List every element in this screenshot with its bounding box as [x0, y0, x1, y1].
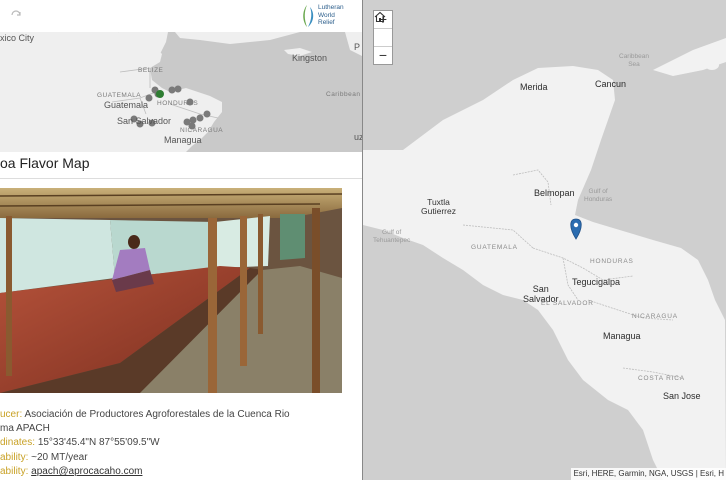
inset-map-land: [0, 32, 362, 152]
panel-header: Lutheran World Relief: [0, 0, 362, 32]
map-label-san-jose: San Jose: [663, 391, 701, 401]
inset-label-kingston: Kingston: [292, 53, 328, 63]
inset-label-belize: BELIZE: [138, 67, 164, 74]
inset-label-honduras: HONDURAS: [157, 100, 199, 107]
logo-line: Lutheran: [318, 4, 344, 11]
contact-label: ability:: [0, 466, 29, 477]
logo-line: Relief: [318, 19, 335, 26]
cocoa-drying-photo: [0, 188, 342, 393]
map-label-caribbean-sea: Caribbean Sea: [619, 53, 649, 68]
main-map[interactable]: + − Merida Cancun Caribbean Sea Belmopan…: [363, 0, 726, 480]
story-panel: Lutheran World Relief xico City BELIZE G…: [0, 0, 362, 480]
coordinates-line: dinates: 15°33'45.4"N 87°55'09.5"W: [0, 437, 160, 448]
inset-label-managua: Managua: [164, 135, 202, 145]
producer-value: Asociación de Productores Agroforestales…: [24, 409, 290, 420]
map-label-managua: Managua: [603, 331, 641, 341]
contact-line: ability: apach@aprocacaho.com: [0, 466, 142, 477]
map-label-el-salvador: EL SALVADOR: [541, 300, 594, 307]
contact-email-link[interactable]: apach@aprocacaho.com: [31, 466, 142, 477]
zoom-control: + −: [373, 10, 393, 65]
map-attribution[interactable]: Esri, HERE, Garmin, NGA, USGS | Esri, H: [571, 468, 726, 480]
map-label-tuxtla: Tuxtla Gutierrez: [421, 197, 456, 216]
logo-line: World: [318, 11, 335, 19]
logo-icon: [303, 5, 314, 27]
availability-line: ability: ~20 MT/year: [0, 452, 88, 463]
producer-value-2: ma APACH: [0, 423, 50, 434]
inset-label-san-salvador: San Salvador: [117, 116, 172, 126]
producer-line: ucer: Asociación de Productores Agrofore…: [0, 409, 290, 420]
inset-overview-map[interactable]: xico City BELIZE GUATEMALA Guatemala HON…: [0, 32, 362, 152]
map-label-belmopan: Belmopan: [534, 188, 575, 198]
home-button[interactable]: [374, 11, 392, 46]
logo-text: Lutheran World Relief: [318, 4, 344, 27]
inset-label-p: P: [354, 42, 361, 52]
map-label-tegucigalpa: Tegucigalpa: [572, 277, 621, 287]
coordinates-value: 15°33'45.4"N 87°55'09.5"W: [37, 437, 160, 448]
main-map-geography: [363, 38, 726, 480]
map-label-gulf-honduras: Gulf of Honduras: [584, 188, 613, 203]
coordinates-label: dinates:: [0, 437, 36, 448]
share-icon[interactable]: [10, 9, 22, 21]
availability-label: ability:: [0, 452, 29, 463]
map-label-costa-rica: COSTA RICA: [638, 375, 685, 382]
panel-title: oa Flavor Map: [0, 155, 90, 171]
map-label-honduras: HONDURAS: [590, 258, 634, 265]
inset-label-caribbean: Caribbean: [326, 91, 361, 98]
map-label-guatemala: GUATEMALA: [471, 244, 518, 251]
map-label-nicaragua: NICARAGUA: [632, 313, 678, 320]
inset-label-nicaragua: NICARAGUA: [180, 127, 224, 134]
home-icon: [374, 11, 386, 23]
inset-label-guatemala-city: Guatemala: [104, 100, 149, 110]
map-label-merida: Merida: [520, 82, 548, 92]
inset-label-uz: uz: [354, 132, 362, 142]
zoom-out-button[interactable]: −: [374, 46, 392, 64]
title-divider: [0, 178, 362, 179]
producer-label: ucer:: [0, 409, 23, 420]
map-label-cancun: Cancun: [595, 79, 627, 89]
producer-line-2: ma APACH: [0, 423, 50, 434]
inset-label-mexico-city: xico City: [0, 33, 35, 43]
inset-label-guatemala-country: GUATEMALA: [97, 92, 142, 99]
map-label-gulf-tehuantepec: Gulf of Tehuantepec: [373, 229, 411, 244]
availability-value: ~20 MT/year: [31, 452, 88, 463]
lutheran-world-relief-logo[interactable]: Lutheran World Relief: [298, 3, 344, 29]
